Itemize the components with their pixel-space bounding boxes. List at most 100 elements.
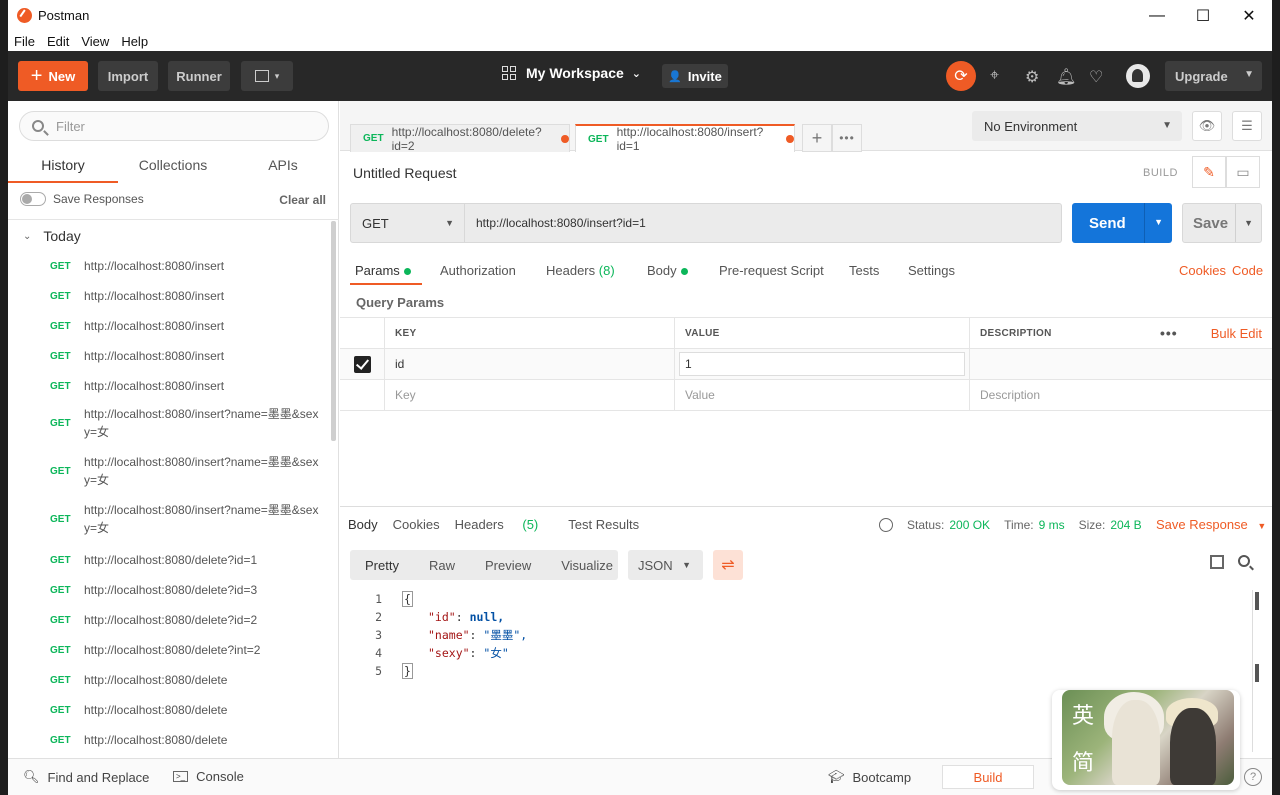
cookies-link[interactable]: Cookies [1179, 263, 1226, 278]
send-button[interactable]: Send ▼ [1072, 203, 1172, 243]
new-window-button[interactable]: ▾ [241, 61, 293, 91]
help-icon[interactable]: ? [1244, 768, 1262, 786]
request-tab[interactable]: GET http://localhost:8080/delete?id=2 [350, 124, 570, 153]
history-item[interactable]: GET http://localhost:8080/insert?name=墨墨&… [8, 497, 332, 545]
new-button[interactable]: + New [18, 61, 88, 91]
upgrade-button[interactable]: Upgrade ▼ [1165, 61, 1262, 91]
history-item[interactable]: GET http://localhost:8080/delete?int=2 [8, 635, 332, 665]
menu-file[interactable]: File [14, 34, 35, 49]
tab-response-cookies[interactable]: Cookies [393, 517, 440, 532]
history-item[interactable]: GET http://localhost:8080/delete [8, 695, 332, 725]
chevron-down-icon[interactable]: ▼ [1154, 217, 1163, 227]
response-scrollbar-thumb[interactable] [1255, 592, 1259, 610]
gear-icon[interactable]: ⚙ [1025, 67, 1039, 87]
build-mode-tab[interactable]: Build [942, 765, 1034, 789]
response-scrollbar-thumb[interactable] [1255, 664, 1259, 682]
runner-button[interactable]: Runner [168, 61, 230, 91]
tab-test-results[interactable]: Test Results [568, 517, 639, 532]
comment-icon[interactable]: ▭ [1226, 156, 1260, 188]
wrap-lines-icon[interactable]: ⇌ [713, 550, 743, 580]
tab-response-body[interactable]: Body [348, 517, 378, 532]
import-button[interactable]: Import [98, 61, 158, 91]
tab-response-headers[interactable]: Headers (5) [455, 517, 554, 532]
search-icon[interactable] [1238, 555, 1250, 567]
ime-widget[interactable]: 英 简 [1052, 690, 1240, 790]
ime-script-toggle[interactable]: 简 [1072, 745, 1094, 777]
tab-authorization[interactable]: Authorization [440, 263, 516, 278]
globe-icon[interactable] [879, 518, 893, 532]
ime-language-toggle[interactable]: 英 [1072, 698, 1094, 730]
tab-collections[interactable]: Collections [118, 151, 228, 183]
history-item[interactable]: GET http://localhost:8080/delete [8, 665, 332, 695]
history-item[interactable]: GET http://localhost:8080/delete?id=2 [8, 605, 332, 635]
format-select[interactable]: JSON ▼ [628, 550, 703, 580]
pencil-icon[interactable]: ✎ [1192, 156, 1226, 188]
history-item[interactable]: GET http://localhost:8080/insert [8, 371, 332, 401]
value-placeholder-input[interactable]: Value [675, 380, 970, 410]
sync-icon[interactable]: ⟳ [946, 61, 976, 91]
more-options-icon[interactable]: ••• [1160, 325, 1178, 341]
find-replace-button[interactable]: 🔍︎ Find and Replace [23, 769, 149, 785]
close-button[interactable]: ✕ [1226, 0, 1272, 31]
code-link[interactable]: Code [1232, 263, 1263, 278]
key-placeholder-input[interactable]: Key [385, 380, 675, 410]
history-item[interactable]: GET http://localhost:8080/delete?id=3 [8, 575, 332, 605]
history-item[interactable]: GET http://localhost:8080/insert [8, 311, 332, 341]
history-item[interactable]: GET http://localhost:8080/delete [8, 725, 332, 755]
avatar[interactable] [1126, 64, 1150, 88]
chevron-down-icon[interactable]: ▼ [1244, 218, 1253, 228]
new-tab-button[interactable]: + [802, 124, 832, 152]
view-pretty[interactable]: Pretty [350, 557, 414, 573]
interceptor-icon[interactable]: ⌖ [990, 67, 999, 85]
history-item[interactable]: GET http://localhost:8080/insert?name=墨墨&… [8, 449, 332, 497]
toggle-switch[interactable] [20, 192, 46, 206]
tab-apis[interactable]: APIs [228, 151, 338, 183]
copy-icon[interactable] [1210, 555, 1224, 569]
history-item[interactable]: GET http://localhost:8080/insert?name=墨墨&… [8, 401, 332, 449]
param-checkbox[interactable] [353, 355, 371, 373]
view-raw[interactable]: Raw [414, 558, 470, 573]
invite-button[interactable]: 👤 Invite [662, 64, 728, 88]
sidebar-scrollbar[interactable] [331, 221, 336, 441]
history-item[interactable]: GET http://localhost:8080/insert [8, 251, 332, 281]
bootcamp-button[interactable]: 🎓︎ Bootcamp [828, 769, 911, 785]
history-group-today[interactable]: ⌄ Today [23, 228, 81, 244]
eye-icon[interactable]: 👁︎ [1192, 111, 1222, 141]
request-tab-active[interactable]: GET http://localhost:8080/insert?id=1 [575, 124, 795, 153]
filter-input[interactable]: Filter [19, 111, 329, 141]
clear-all-button[interactable]: Clear all [279, 193, 326, 207]
url-input[interactable]: http://localhost:8080/insert?id=1 [465, 203, 1062, 243]
more-tabs-button[interactable]: ••• [832, 124, 862, 152]
tab-body[interactable]: Body [647, 263, 688, 278]
method-select[interactable]: GET ▼ [350, 203, 465, 243]
workspace-switcher[interactable]: My Workspace ⌄ [502, 65, 641, 81]
heart-icon[interactable]: ♡ [1089, 67, 1103, 87]
history-item[interactable]: GET http://localhost:8080/insert [8, 281, 332, 311]
tab-settings[interactable]: Settings [908, 263, 955, 278]
tab-headers[interactable]: Headers (8) [546, 263, 615, 278]
sliders-icon[interactable]: ☰ [1232, 111, 1262, 141]
bulk-edit-link[interactable]: Bulk Edit [1211, 326, 1262, 341]
view-preview[interactable]: Preview [470, 558, 546, 573]
tab-tests[interactable]: Tests [849, 263, 879, 278]
environment-select[interactable]: No Environment ▼ [972, 111, 1182, 141]
param-description[interactable] [970, 349, 1272, 379]
save-button[interactable]: Save ▼ [1182, 203, 1262, 243]
view-visualize[interactable]: Visualize [546, 558, 628, 573]
history-item[interactable]: GET http://localhost:8080/insert [8, 341, 332, 371]
maximize-button[interactable]: ☐ [1180, 0, 1226, 31]
tab-params[interactable]: Params [355, 263, 411, 278]
request-title[interactable]: Untitled Request [353, 165, 457, 181]
save-response-button[interactable]: Save Response ▼ [1156, 517, 1266, 532]
menu-help[interactable]: Help [121, 34, 148, 49]
console-button[interactable]: >_ Console [173, 769, 244, 784]
bell-icon[interactable]: 🔔︎ [1056, 67, 1076, 87]
description-placeholder-input[interactable]: Description [970, 380, 1272, 410]
param-value-input[interactable]: 1 [679, 352, 965, 376]
param-key[interactable]: id [385, 349, 675, 379]
tab-pre-request-script[interactable]: Pre-request Script [719, 263, 824, 278]
menu-edit[interactable]: Edit [47, 34, 69, 49]
tab-history[interactable]: History [8, 151, 118, 183]
save-responses-toggle[interactable]: Save Responses [20, 192, 144, 206]
menu-view[interactable]: View [81, 34, 109, 49]
